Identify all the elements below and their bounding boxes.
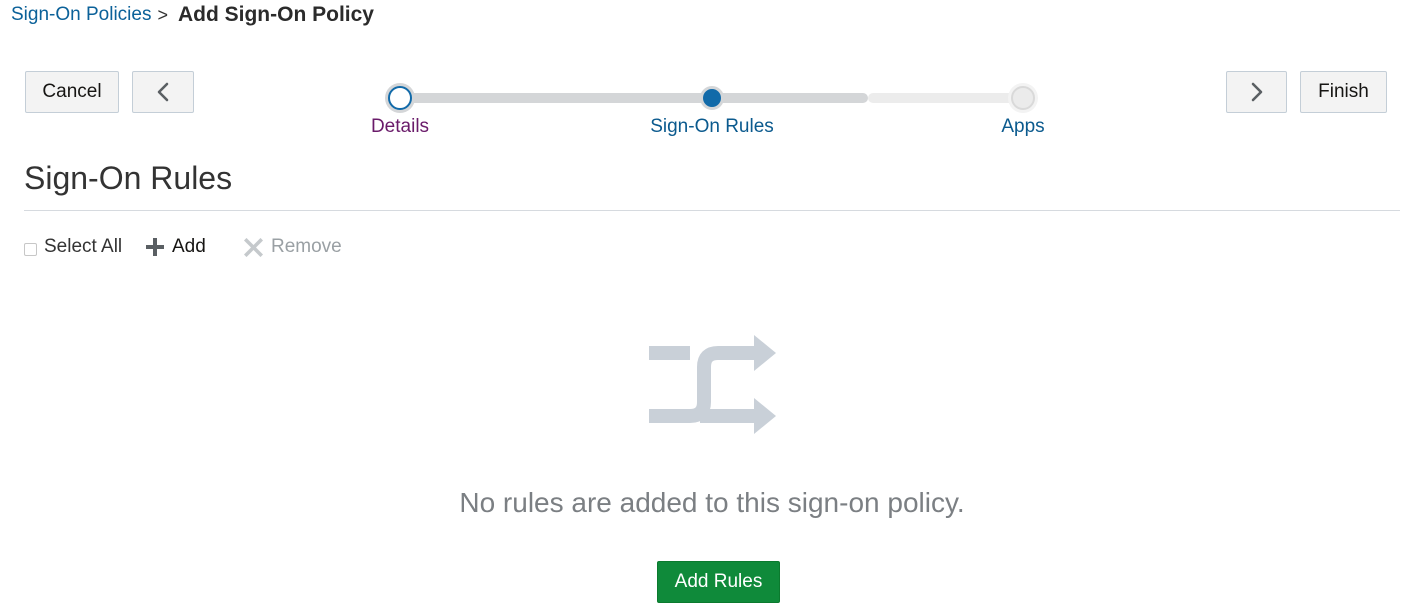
step-apps-label[interactable]: Apps	[1001, 116, 1044, 138]
train-track-completed	[400, 93, 868, 103]
step-apps-stop[interactable]	[1011, 86, 1035, 110]
chevron-left-icon	[157, 82, 169, 102]
shuffle-icon	[649, 335, 776, 434]
empty-state-message: No rules are added to this sign-on polic…	[459, 487, 965, 518]
breadcrumb-sign-on-policies-link[interactable]: Sign-On Policies	[11, 4, 151, 26]
remove-rule-button[interactable]: Remove	[244, 234, 342, 260]
cancel-button[interactable]: Cancel	[25, 71, 119, 113]
breadcrumb-separator: >	[157, 4, 168, 25]
step-sign-on-rules-label[interactable]: Sign-On Rules	[650, 116, 774, 138]
breadcrumb: Sign-On Policies > Add Sign-On Policy	[11, 2, 374, 28]
add-rules-button[interactable]: Add Rules	[657, 561, 780, 603]
add-rule-button[interactable]: Add	[146, 234, 206, 260]
close-icon	[244, 237, 263, 257]
page-title: Add Sign-On Policy	[177, 3, 374, 26]
step-details-stop[interactable]	[388, 86, 412, 110]
previous-step-button[interactable]	[132, 71, 194, 113]
step-details-label[interactable]: Details	[371, 116, 429, 138]
next-step-button[interactable]	[1226, 71, 1287, 113]
chevron-right-icon	[1251, 82, 1262, 102]
select-all-checkbox[interactable]: Select All	[24, 234, 122, 260]
finish-button[interactable]: Finish	[1300, 71, 1387, 113]
train-track-remaining	[868, 93, 1024, 103]
checkbox-box[interactable]	[24, 242, 37, 256]
remove-label: Remove	[271, 236, 342, 257]
section-divider	[24, 210, 1400, 211]
section-title: Sign-On Rules	[24, 160, 233, 196]
add-sign-on-policy-page: Sign-On Policies > Add Sign-On Policy Ca…	[0, 0, 1401, 610]
step-sign-on-rules-stop[interactable]	[700, 86, 724, 110]
add-label: Add	[172, 236, 206, 257]
plus-icon	[146, 238, 164, 256]
select-all-label: Select All	[44, 236, 123, 257]
